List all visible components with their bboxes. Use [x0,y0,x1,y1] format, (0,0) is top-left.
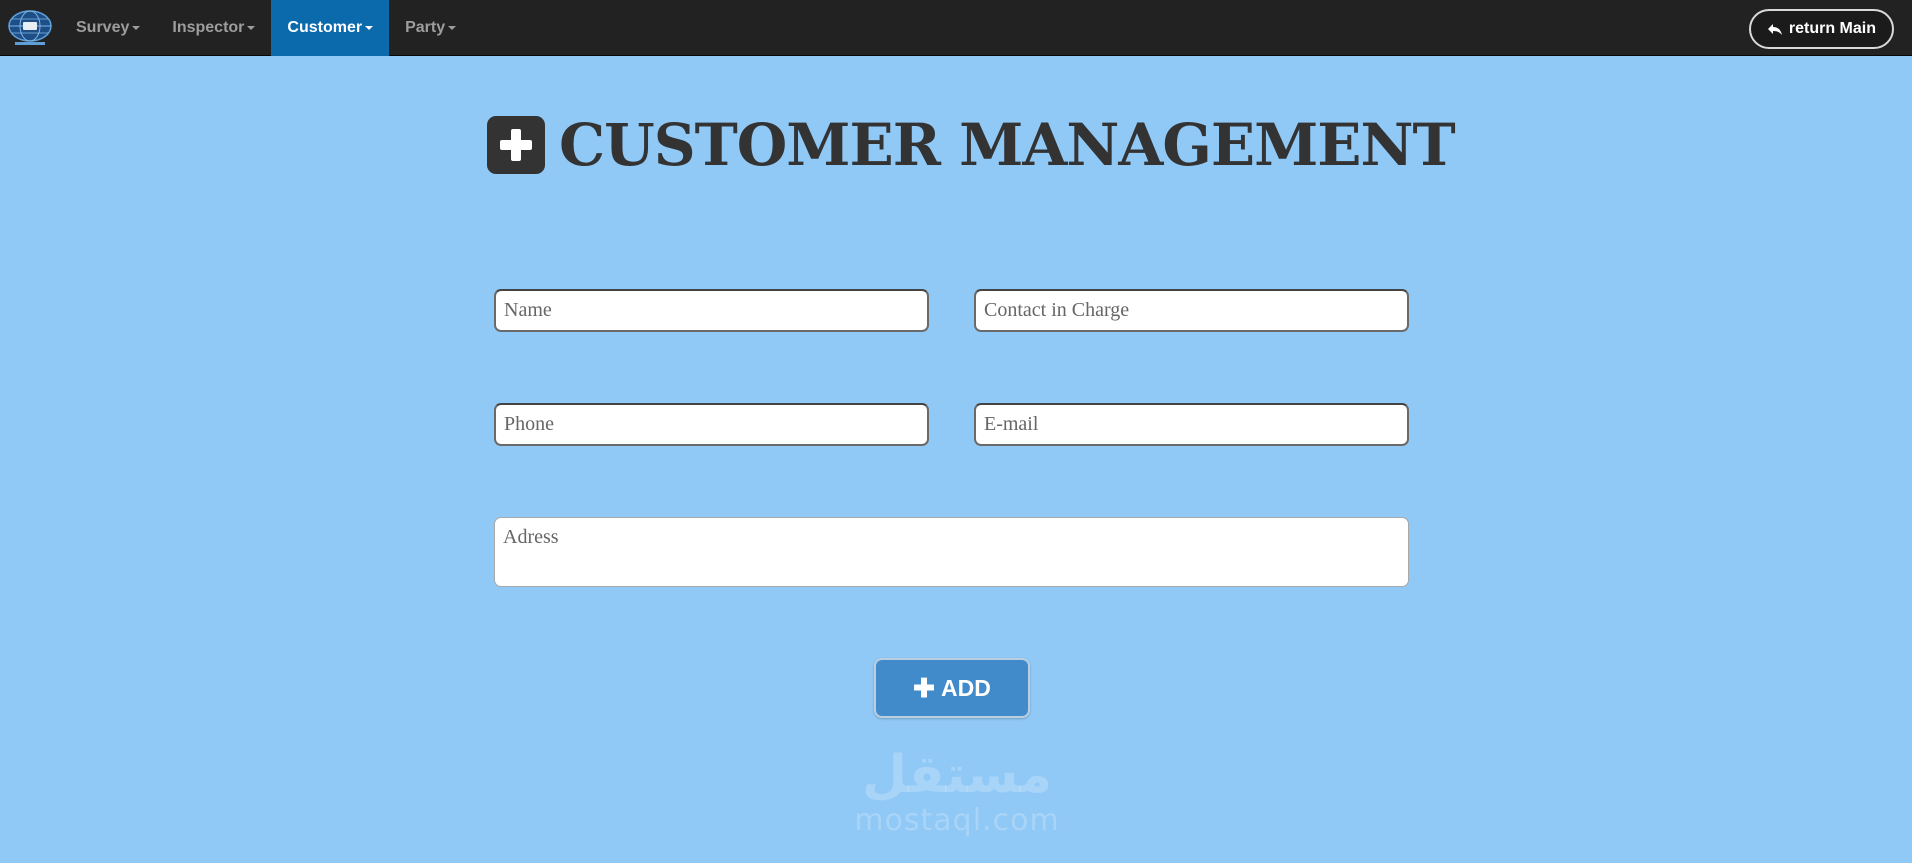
page-heading: CUSTOMER MANAGEMENT [487,110,1456,180]
return-main-label: return Main [1788,20,1876,37]
nav-inspector-label: Inspector [172,19,245,36]
caret-down-icon [132,26,141,30]
nav-party-label: Party [405,19,446,36]
reply-arrow-icon [1767,24,1782,35]
nav-customer[interactable]: Customer [271,0,390,56]
page-title: CUSTOMER MANAGEMENT [559,111,1456,179]
plus-square-icon [487,116,545,174]
caret-down-icon [247,26,256,30]
caret-down-icon [448,26,457,30]
address-textarea[interactable] [494,517,1409,587]
globe-logo-icon [8,10,52,45]
add-button[interactable]: ✚ ADD [874,658,1030,718]
name-input[interactable] [494,289,929,332]
nav-party[interactable]: Party [389,0,472,56]
nav-inspector[interactable]: Inspector [156,0,271,56]
watermark: مستقل mostaql.com [842,745,1072,837]
nav-survey[interactable]: Survey [60,0,156,56]
nav-customer-label: Customer [287,19,363,36]
plus-icon: ✚ [913,673,935,703]
contact-in-charge-input[interactable] [974,289,1409,332]
phone-input[interactable] [494,403,929,446]
add-button-label: ADD [940,674,991,701]
return-main-button[interactable]: return Main [1748,9,1894,49]
watermark-latin: mostaql.com [854,803,1060,838]
nav-survey-label: Survey [76,19,130,36]
caret-down-icon [365,26,374,30]
brand-logo[interactable] [0,0,60,56]
top-navbar: Survey Inspector Customer Party return M… [0,0,1912,56]
watermark-arabic: مستقل [861,745,1053,805]
email-input[interactable] [974,403,1409,446]
